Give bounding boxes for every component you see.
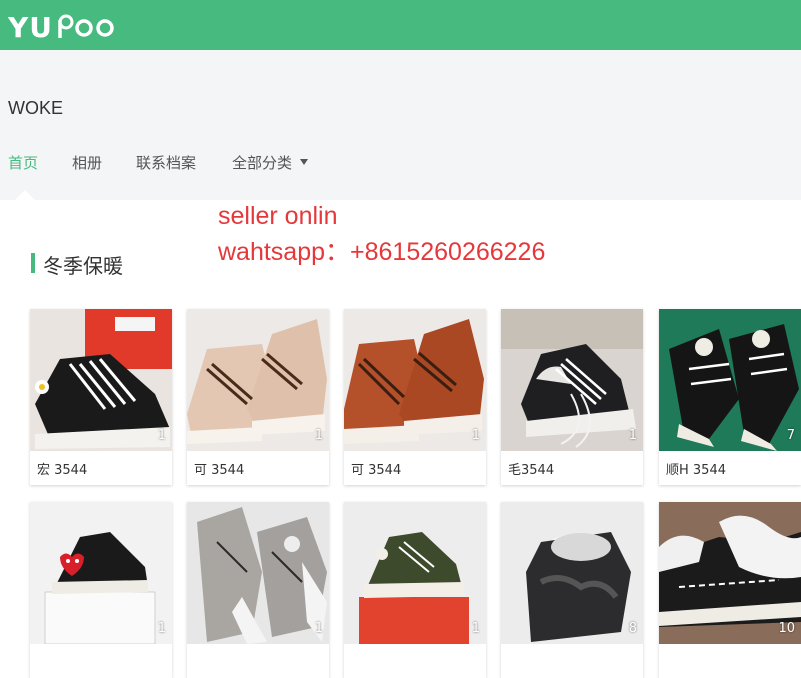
section-title: 冬季保暖 <box>43 254 123 278</box>
album-caption: 可 3544 <box>351 463 402 478</box>
album-card[interactable]: 1 <box>187 502 329 678</box>
nav-categories-label: 全部分类 <box>232 154 293 172</box>
album-thumbnail: 1 <box>344 309 486 451</box>
album-caption: 毛3544 <box>508 463 555 478</box>
album-card[interactable]: 10 <box>659 502 801 678</box>
album-thumbnail: 1 <box>344 502 486 644</box>
photo-count: 7 <box>786 428 795 443</box>
svg-text:YU: YU <box>8 11 53 44</box>
photo-count: 10 <box>778 621 795 636</box>
photo-count: 1 <box>471 428 480 443</box>
album-card[interactable]: 1 可 3544 <box>187 309 329 485</box>
album-card[interactable]: 1 <box>30 502 172 678</box>
section-accent-bar <box>31 253 35 273</box>
seller-contact-overlay: seller onlin wahtsapp：+8615260266226 <box>218 198 545 270</box>
photo-count: 1 <box>471 621 480 636</box>
album-card[interactable]: 1 <box>344 502 486 678</box>
photo-count: 8 <box>628 621 637 636</box>
nav-albums[interactable]: 相册 <box>72 152 102 173</box>
active-tab-caret <box>15 190 35 200</box>
album-thumbnail: 10 <box>659 502 801 644</box>
nav-contact[interactable]: 联系档案 <box>136 152 196 173</box>
album-thumbnail: 7 <box>659 309 801 451</box>
nav-categories[interactable]: 全部分类 <box>232 152 309 173</box>
album-thumbnail: 1 <box>187 502 329 644</box>
album-caption: 宏 3544 <box>37 463 88 478</box>
album-caption: 可 3544 <box>194 463 245 478</box>
shop-header: WOKE 首页 相册 联系档案 全部分类 <box>0 50 801 200</box>
shop-name: WOKE <box>8 98 64 118</box>
album-card[interactable]: 1 毛3544 <box>501 309 643 485</box>
top-bar: YU <box>0 0 801 50</box>
nav-home[interactable]: 首页 <box>8 152 38 173</box>
photo-count: 1 <box>314 621 323 636</box>
photo-count: 1 <box>157 621 166 636</box>
album-card[interactable]: 8 <box>501 502 643 678</box>
album-card[interactable]: 1 宏 3544 <box>30 309 172 485</box>
yupoo-logo[interactable]: YU <box>8 6 120 44</box>
album-thumbnail: 8 <box>501 502 643 644</box>
photo-count: 1 <box>628 428 637 443</box>
album-thumbnail: 1 <box>30 309 172 451</box>
overlay-line-1: seller onlin <box>218 202 338 230</box>
album-thumbnail: 1 <box>30 502 172 644</box>
photo-count: 1 <box>314 428 323 443</box>
album-card[interactable]: 7 顺H 3544 <box>659 309 801 485</box>
dropdown-triangle-icon <box>300 158 309 165</box>
photo-count: 1 <box>157 428 166 443</box>
overlay-line-2: wahtsapp：+8615260266226 <box>218 238 546 266</box>
album-thumbnail: 1 <box>187 309 329 451</box>
album-card[interactable]: 1 可 3544 <box>344 309 486 485</box>
album-thumbnail: 1 <box>501 309 643 451</box>
album-caption: 顺H 3544 <box>666 463 726 478</box>
